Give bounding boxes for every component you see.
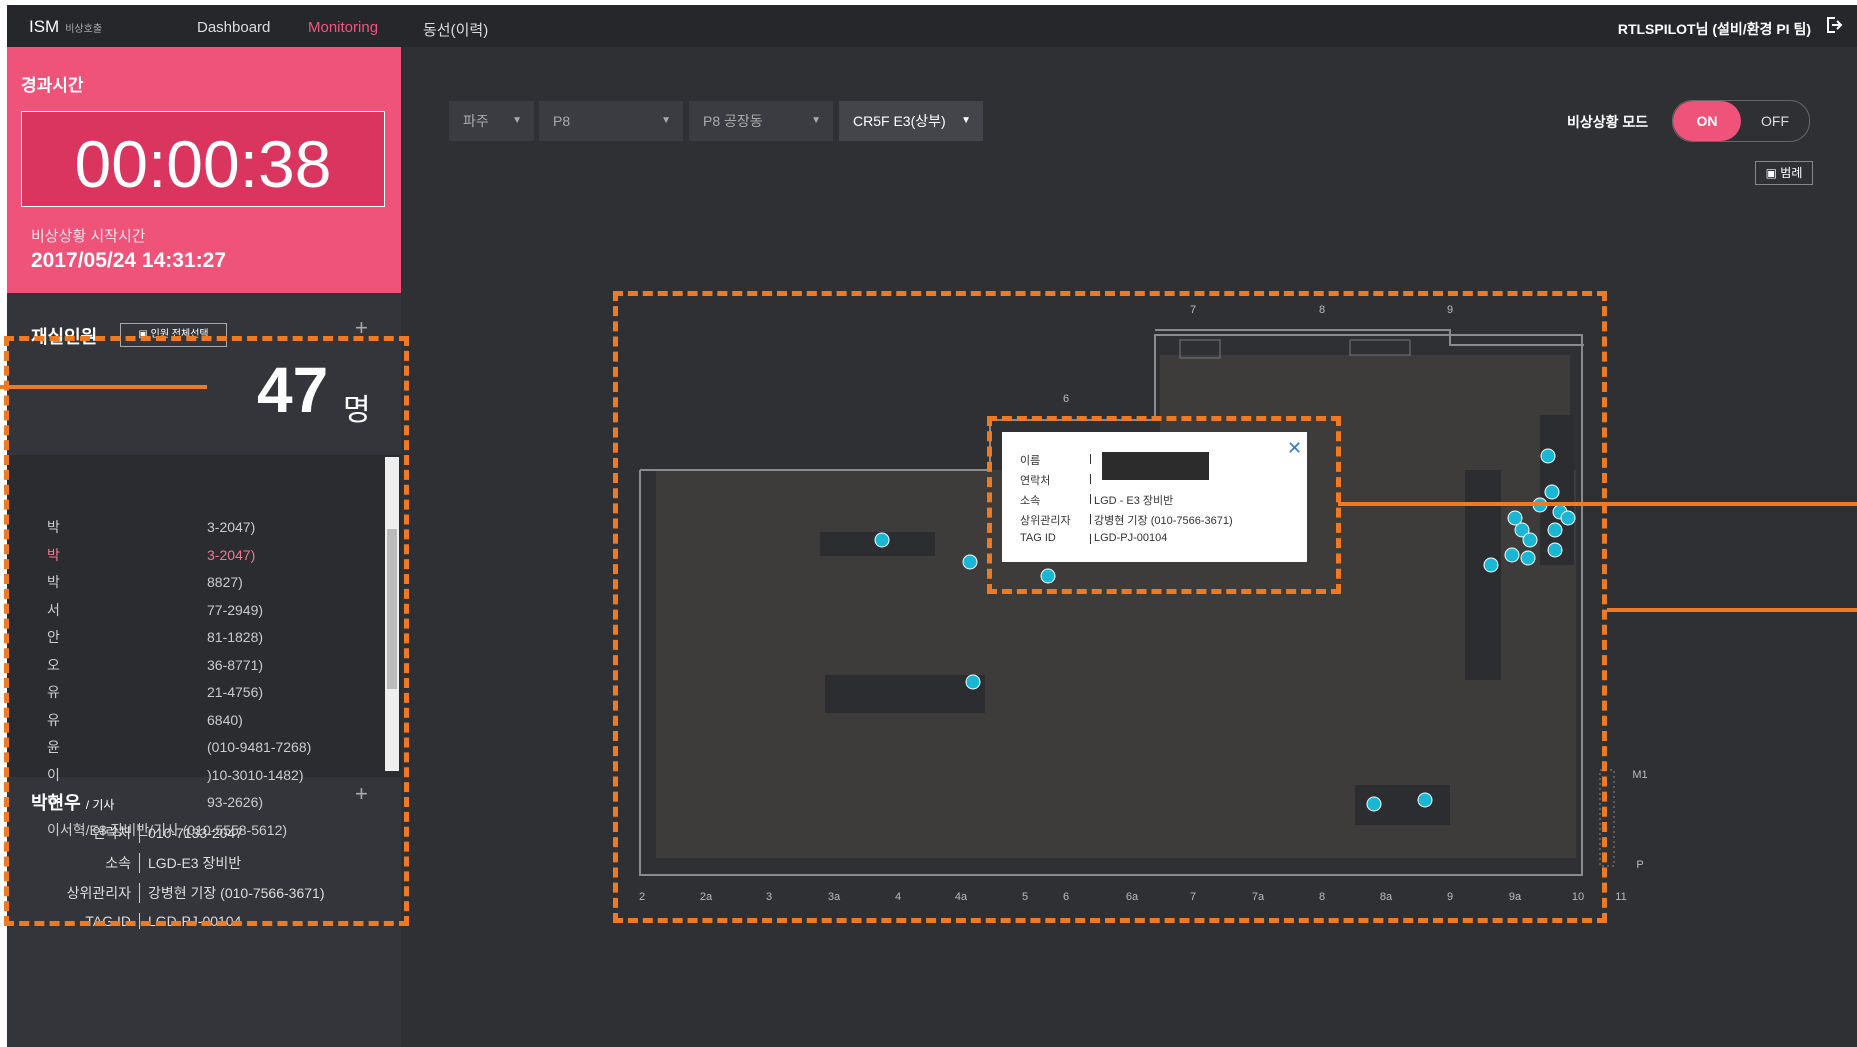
leader-line bbox=[1607, 608, 1857, 612]
highlight-occupancy bbox=[4, 336, 409, 926]
leader-line bbox=[0, 385, 207, 389]
grid-label: P bbox=[1636, 859, 1643, 871]
grid-label: 11 bbox=[1615, 891, 1626, 903]
grid-label: M1 bbox=[1632, 769, 1647, 781]
highlight-map bbox=[613, 291, 1607, 923]
leader-line bbox=[1338, 502, 1857, 506]
highlight-popup bbox=[987, 416, 1341, 594]
